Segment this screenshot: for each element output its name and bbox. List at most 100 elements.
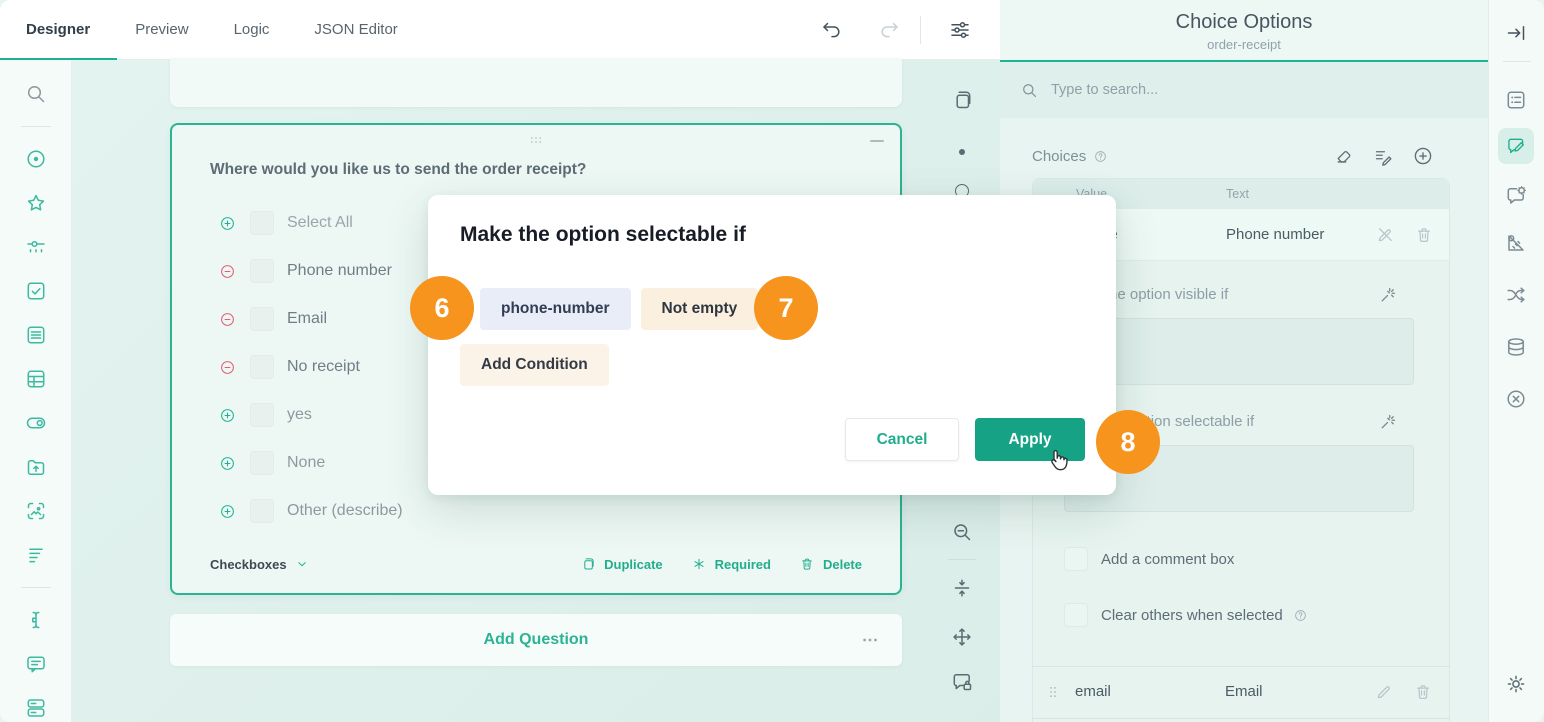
eraser-icon[interactable] <box>1334 146 1355 167</box>
logic-shuffle-icon[interactable] <box>1504 283 1528 307</box>
feedback-lock-icon[interactable] <box>950 670 974 694</box>
remove-choice-icon[interactable] <box>219 311 236 328</box>
edit-choice-icon[interactable] <box>1374 682 1394 702</box>
tab-designer[interactable]: Designer <box>26 21 90 38</box>
panel-title: Choice Options <box>1000 11 1488 34</box>
condition-chip-question[interactable]: phone-number <box>480 288 631 330</box>
matrix-icon[interactable] <box>24 367 48 391</box>
choice-label[interactable]: No receipt <box>287 358 360 376</box>
design-icon[interactable] <box>1504 231 1528 255</box>
drag-handle-icon[interactable] <box>1044 683 1062 701</box>
add-choice-icon[interactable] <box>219 455 236 472</box>
checkbox[interactable] <box>1064 603 1088 627</box>
drag-surface-icon[interactable] <box>950 625 974 649</box>
file-upload-icon[interactable] <box>24 455 48 479</box>
tagbox-icon[interactable] <box>24 323 48 347</box>
choice-text[interactable]: Phone number <box>1226 226 1324 243</box>
choice-label[interactable]: Other (describe) <box>287 502 403 520</box>
delete-choice-icon[interactable] <box>1414 225 1434 245</box>
circle-x-icon[interactable] <box>1504 387 1528 411</box>
tab-json-editor[interactable]: JSON Editor <box>314 21 397 38</box>
question-title[interactable]: Where would you like us to send the orde… <box>210 161 586 179</box>
chevron-down-icon <box>294 556 310 572</box>
add-condition-button[interactable]: Add Condition <box>460 344 609 386</box>
question-footer: Checkboxes Duplicate Required Delete <box>210 549 862 579</box>
step-badge-6: 6 <box>410 276 474 340</box>
gear-icon[interactable] <box>1504 672 1528 696</box>
choice-checkbox[interactable] <box>250 355 274 379</box>
visible-if-input[interactable] <box>1064 318 1414 385</box>
add-question-button[interactable]: Add Question <box>170 614 902 666</box>
choice-label[interactable]: Select All <box>287 214 353 232</box>
cancel-button[interactable]: Cancel <box>845 418 959 461</box>
remove-choice-icon[interactable] <box>219 263 236 280</box>
settings-sliders-icon[interactable] <box>948 18 972 42</box>
right-icon-strip <box>1488 0 1544 722</box>
multiple-text-icon[interactable] <box>24 696 48 720</box>
form-settings-icon[interactable] <box>1504 88 1528 112</box>
choice-checkbox[interactable] <box>250 259 274 283</box>
choice-checkbox[interactable] <box>250 451 274 475</box>
dropdown-icon[interactable] <box>24 235 48 259</box>
choice-label[interactable]: None <box>287 454 325 472</box>
previous-question-card[interactable] <box>170 58 902 107</box>
more-options-icon[interactable] <box>860 630 880 650</box>
choice-checkbox[interactable] <box>250 307 274 331</box>
add-comment-checkbox[interactable]: Add a comment box <box>1064 547 1234 571</box>
choice-checkbox[interactable] <box>250 403 274 427</box>
surface-toolbar-divider <box>948 559 976 560</box>
radiogroup-icon[interactable] <box>24 147 48 171</box>
edit-chat-icon[interactable] <box>1498 128 1534 164</box>
wizard-icon[interactable] <box>1378 411 1399 432</box>
drag-handle-icon[interactable] <box>526 131 546 149</box>
tab-preview[interactable]: Preview <box>135 21 188 38</box>
image-picker-icon[interactable] <box>24 499 48 523</box>
toggle-icon[interactable] <box>24 411 48 435</box>
choice-row-email[interactable]: email Email <box>1032 667 1450 718</box>
checkbox-icon[interactable] <box>24 279 48 303</box>
clear-others-checkbox[interactable]: Clear others when selected <box>1064 603 1308 627</box>
remove-choice-icon[interactable] <box>219 359 236 376</box>
checkbox[interactable] <box>1064 547 1088 571</box>
add-choice-icon[interactable] <box>219 503 236 520</box>
page-indicator-dot[interactable] <box>959 149 965 155</box>
database-icon[interactable] <box>1504 335 1528 359</box>
help-icon[interactable] <box>1093 149 1108 164</box>
collapse-questions-icon[interactable] <box>950 576 974 600</box>
copy-icon <box>580 556 596 572</box>
chat-gear-icon[interactable] <box>1504 184 1528 208</box>
strip-items <box>1489 0 1544 722</box>
add-choice-icon[interactable] <box>1412 145 1434 167</box>
choice-label[interactable]: Email <box>287 310 327 328</box>
choice-checkbox[interactable] <box>250 499 274 523</box>
mouse-cursor <box>1044 446 1072 474</box>
choice-label[interactable]: yes <box>287 406 312 424</box>
long-text-icon[interactable] <box>24 652 48 676</box>
condition-chip-operator[interactable]: Not empty <box>641 288 759 330</box>
search-input[interactable] <box>1051 82 1381 98</box>
choice-value[interactable]: email <box>1075 683 1111 700</box>
ranking-icon[interactable] <box>24 543 48 567</box>
search-icon[interactable] <box>24 82 48 106</box>
wizard-icon[interactable] <box>1378 284 1399 305</box>
choice-text[interactable]: Email <box>1225 683 1263 700</box>
batch-edit-icon[interactable] <box>1373 146 1394 167</box>
delete-button[interactable]: Delete <box>799 556 862 572</box>
duplicate-button[interactable]: Duplicate <box>580 556 663 572</box>
tab-logic[interactable]: Logic <box>234 21 270 38</box>
rating-icon[interactable] <box>24 191 48 215</box>
required-button[interactable]: Required <box>691 556 771 572</box>
zoom-out-icon[interactable] <box>950 520 974 544</box>
add-choice-icon[interactable] <box>219 407 236 424</box>
choice-checkbox[interactable] <box>250 211 274 235</box>
single-line-text-icon[interactable] <box>24 608 48 632</box>
undo-icon[interactable] <box>820 18 844 42</box>
help-icon[interactable] <box>1293 608 1308 623</box>
delete-choice-icon[interactable] <box>1413 682 1433 702</box>
duplicate-page-icon[interactable] <box>950 88 974 112</box>
question-type-label: Checkboxes <box>210 557 287 572</box>
collapse-question-icon[interactable] <box>870 140 884 142</box>
add-choice-icon[interactable] <box>219 215 236 232</box>
question-type-selector[interactable]: Checkboxes <box>210 556 310 572</box>
choice-label[interactable]: Phone number <box>287 262 392 280</box>
